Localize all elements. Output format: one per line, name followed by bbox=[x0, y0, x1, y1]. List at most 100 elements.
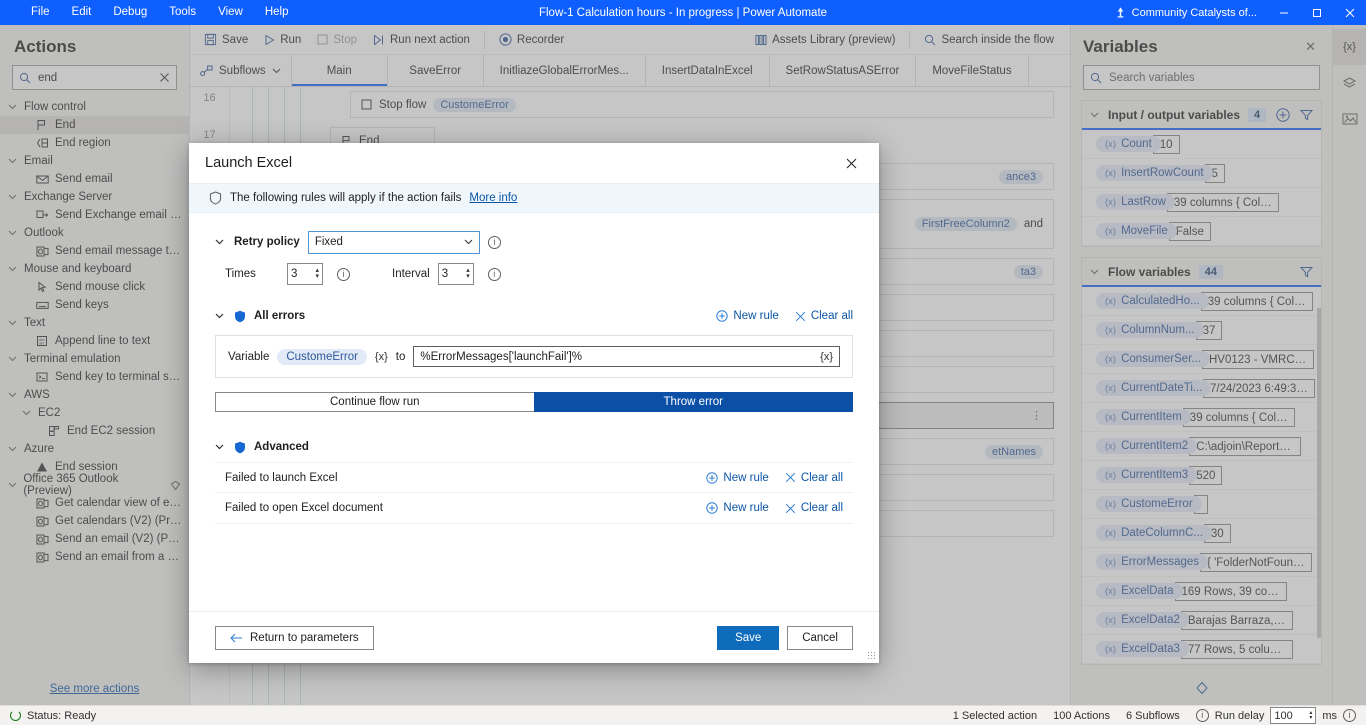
subflow-tab-insertdatainexcel[interactable]: InsertDataInExcel bbox=[646, 55, 770, 86]
variable-row[interactable]: (x)LastRow39 columns { Colu... bbox=[1082, 188, 1321, 217]
more-info-link[interactable]: More info bbox=[469, 192, 517, 204]
expression-fx-icon[interactable]: {x} bbox=[820, 351, 833, 363]
stop-button[interactable]: Stop bbox=[309, 28, 365, 52]
clear-search-icon[interactable] bbox=[159, 72, 170, 83]
chevron-down-icon[interactable] bbox=[215, 444, 226, 450]
action-item-send-key-to-terminal-session[interactable]: Send key to terminal session bbox=[0, 368, 189, 386]
action-item-send-exchange-email-message[interactable]: Send Exchange email message bbox=[0, 206, 189, 224]
menu-item-view[interactable]: View bbox=[207, 0, 254, 25]
action-item-append-line-to-text[interactable]: AbcdefAppend line to text bbox=[0, 332, 189, 350]
action-item-send-an-email-v2-preview-[interactable]: Send an email (V2) (Preview) bbox=[0, 530, 189, 548]
run-delay-info-icon-2[interactable]: i bbox=[1343, 709, 1356, 722]
action-item-send-email[interactable]: Send email bbox=[0, 170, 189, 188]
action-group-office-365-outlook-preview-[interactable]: Office 365 Outlook (Preview) bbox=[0, 476, 189, 494]
action-item-end-ec2-session[interactable]: End EC2 session bbox=[0, 422, 189, 440]
cancel-dialog-button[interactable]: Cancel bbox=[787, 626, 853, 650]
variable-row[interactable]: (x)ExcelData377 Rows, 5 columns bbox=[1082, 635, 1321, 664]
variable-row[interactable]: (x)ErrorMessages{ 'FolderNotFound'... bbox=[1082, 548, 1321, 577]
action-group-mouse-and-keyboard[interactable]: Mouse and keyboard bbox=[0, 260, 189, 278]
subflows-dropdown-button[interactable]: Subflows bbox=[190, 55, 292, 86]
action-item-end[interactable]: End bbox=[0, 116, 189, 134]
return-to-parameters-button[interactable]: Return to parameters bbox=[215, 626, 374, 650]
variable-row[interactable]: (x)DateColumnC...30 bbox=[1082, 519, 1321, 548]
actions-tree[interactable]: Flow controlEndEnd regionEmailSend email… bbox=[0, 98, 189, 675]
variable-name-chip[interactable]: (x)InsertRowCount bbox=[1096, 165, 1213, 181]
all-errors-clear-all-button[interactable]: Clear all bbox=[795, 310, 853, 322]
recorder-button[interactable]: Recorder bbox=[491, 28, 572, 52]
advanced-clear-all-button[interactable]: Clear all bbox=[785, 472, 843, 484]
variable-name-chip[interactable]: (x)CurrentItem3 bbox=[1096, 467, 1197, 483]
variable-chip[interactable]: ance3 bbox=[999, 170, 1043, 184]
menu-item-file[interactable]: File bbox=[20, 0, 61, 25]
continue-flow-run-option[interactable]: Continue flow run bbox=[215, 392, 534, 412]
search-inside-flow-button[interactable]: Search inside the flow bbox=[916, 28, 1062, 52]
stepper-arrows-icon[interactable]: ▴▾ bbox=[315, 268, 319, 280]
subflow-tab-initliazeglobalerrormes-[interactable]: InitliazeGlobalErrorMes... bbox=[484, 55, 646, 86]
variable-name-chip[interactable]: (x)DateColumnC... bbox=[1096, 525, 1212, 541]
variable-name-chip[interactable]: (x)ErrorMessages bbox=[1096, 554, 1208, 570]
all-errors-new-rule-button[interactable]: New rule bbox=[716, 310, 778, 322]
variable-row[interactable]: (x)ExcelData2Barajas Barraza, Di... bbox=[1082, 606, 1321, 635]
variable-name-chip[interactable]: (x)CurrentDateTi... bbox=[1096, 380, 1211, 396]
dialog-resize-grip[interactable] bbox=[867, 651, 876, 660]
variable-row[interactable]: (x)ColumnNum...37 bbox=[1082, 316, 1321, 345]
action-group-terminal-emulation[interactable]: Terminal emulation bbox=[0, 350, 189, 368]
subflow-tab-main[interactable]: Main bbox=[292, 55, 388, 86]
assets-library-button[interactable]: Assets Library (preview) bbox=[747, 28, 903, 52]
filter-icon[interactable] bbox=[1300, 109, 1313, 121]
variable-name-chip[interactable]: (x)ExcelData2 bbox=[1096, 612, 1189, 628]
chevron-down-icon[interactable] bbox=[215, 313, 226, 319]
rule-expression-input[interactable]: %ErrorMessages['launchFail']% {x} bbox=[413, 346, 840, 367]
run-next-action-button[interactable]: Run next action bbox=[365, 28, 478, 52]
diamond-icon[interactable] bbox=[1195, 681, 1209, 695]
variable-chip[interactable]: FirstFreeColumn2 bbox=[915, 217, 1017, 231]
variable-name-chip[interactable]: (x)ConsumerSer... bbox=[1096, 351, 1210, 367]
action-group-ec2[interactable]: EC2 bbox=[0, 404, 189, 422]
variable-row[interactable]: (x)CalculatedHo...39 columns { Colu... bbox=[1082, 287, 1321, 316]
action-item-send-mouse-click[interactable]: Send mouse click bbox=[0, 278, 189, 296]
chevron-down-icon[interactable] bbox=[215, 239, 226, 245]
maximize-restore-button[interactable] bbox=[1300, 0, 1333, 25]
minimize-button[interactable] bbox=[1267, 0, 1300, 25]
action-item-get-calendars-v2-preview-[interactable]: Get calendars (V2) (Preview) bbox=[0, 512, 189, 530]
menu-item-help[interactable]: Help bbox=[254, 0, 300, 25]
variables-section-header[interactable]: Flow variables44 bbox=[1082, 258, 1321, 287]
action-group-flow-control[interactable]: Flow control bbox=[0, 98, 189, 116]
rail-variables-button[interactable]: {x} bbox=[1333, 29, 1366, 65]
run-delay-info-icon[interactable]: i bbox=[1196, 709, 1209, 722]
action-item-end-region[interactable]: End region bbox=[0, 134, 189, 152]
variable-row[interactable]: (x)CurrentDateTi...7/24/2023 6:49:33... bbox=[1082, 374, 1321, 403]
close-variables-panel-icon[interactable]: ✕ bbox=[1301, 39, 1320, 55]
action-group-azure[interactable]: Azure bbox=[0, 440, 189, 458]
action-item-send-keys[interactable]: Send keys bbox=[0, 296, 189, 314]
subflow-tab-setrowstatusaserror[interactable]: SetRowStatusASError bbox=[770, 55, 917, 86]
variable-row[interactable]: (x)ExcelData169 Rows, 39 colu... bbox=[1082, 577, 1321, 606]
action-item-send-an-email-from-a-shared-mai-[interactable]: Send an email from a shared mai... bbox=[0, 548, 189, 566]
filter-icon[interactable] bbox=[1300, 266, 1313, 278]
variables-scrollbar[interactable] bbox=[1317, 308, 1321, 638]
throw-error-option[interactable]: Throw error bbox=[534, 392, 854, 412]
advanced-new-rule-button[interactable]: New rule bbox=[706, 472, 768, 484]
variable-chip[interactable]: ta3 bbox=[1014, 265, 1043, 279]
menu-item-debug[interactable]: Debug bbox=[102, 0, 158, 25]
variable-name-chip[interactable]: (x)ColumnNum... bbox=[1096, 322, 1204, 338]
variable-name-chip[interactable]: (x)MoveFile bbox=[1096, 223, 1177, 239]
times-stepper[interactable]: 3 ▴▾ bbox=[287, 263, 323, 285]
subflow-tab-saveerror[interactable]: SaveError bbox=[388, 55, 484, 86]
interval-stepper[interactable]: 3 ▴▾ bbox=[438, 263, 474, 285]
run-delay-input[interactable]: 100 ▴▾ bbox=[1270, 707, 1316, 724]
variables-search-input[interactable]: Search variables bbox=[1083, 65, 1320, 90]
action-group-aws[interactable]: AWS bbox=[0, 386, 189, 404]
variable-chip[interactable]: CustomeError bbox=[433, 98, 515, 112]
variable-row[interactable]: (x)CurrentItem39 columns { Colu... bbox=[1082, 403, 1321, 432]
step-more-options-icon[interactable]: ⋮ bbox=[1031, 409, 1043, 422]
variable-name-chip[interactable]: (x)ExcelData3 bbox=[1096, 641, 1189, 657]
subflow-tab-movefilestatus[interactable]: MoveFileStatus bbox=[916, 55, 1028, 86]
run-button[interactable]: Run bbox=[256, 28, 309, 52]
rail-images-button[interactable] bbox=[1333, 101, 1366, 137]
variable-name-chip[interactable]: (x)CalculatedHo... bbox=[1096, 293, 1209, 309]
variable-name-chip[interactable]: (x)CustomeError bbox=[1096, 496, 1202, 512]
variable-name-chip[interactable]: (x)CurrentItem bbox=[1096, 409, 1191, 425]
advanced-clear-all-button[interactable]: Clear all bbox=[785, 502, 843, 514]
menu-item-edit[interactable]: Edit bbox=[61, 0, 103, 25]
